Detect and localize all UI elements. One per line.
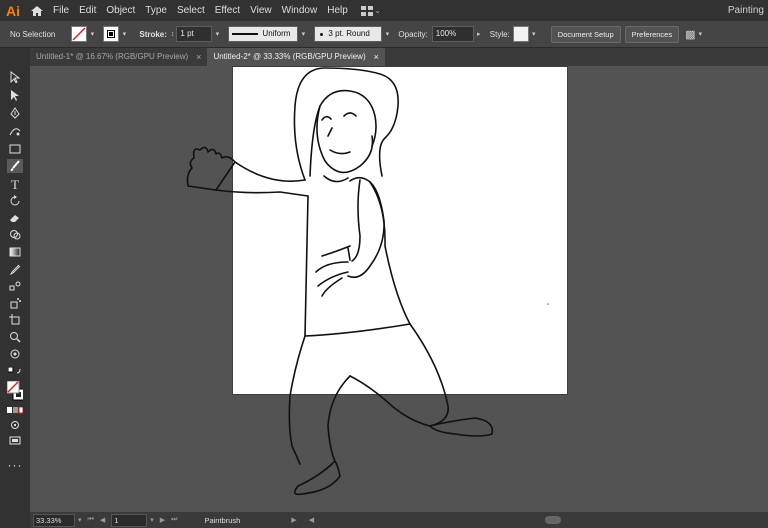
menu-bar: Ai File Edit Object Type Select Effect V… — [0, 0, 768, 21]
chevron-down-icon[interactable]: ▾ — [147, 516, 157, 524]
canvas-area[interactable] — [30, 66, 768, 512]
grid-icon — [360, 5, 373, 16]
menu-help[interactable]: Help — [322, 0, 353, 21]
screen-mode-icon[interactable] — [7, 434, 23, 448]
rotate-tool-icon[interactable] — [7, 194, 23, 208]
workspace-switcher[interactable]: Painting — [728, 0, 764, 21]
scroll-left-icon[interactable]: ◀ — [306, 516, 317, 524]
graphic-style-swatch[interactable] — [512, 26, 529, 42]
eraser-tool-icon[interactable] — [7, 211, 23, 225]
selection-tool-icon[interactable] — [7, 70, 23, 84]
chevron-down-icon[interactable]: ▾ — [699, 30, 703, 38]
zoom-tool-icon[interactable] — [7, 330, 23, 344]
tools-panel: T ··· — [0, 48, 30, 520]
tab-label: Untitled-1* @ 16.67% (RGB/GPU Preview) — [36, 52, 189, 61]
curvature-tool-icon[interactable] — [7, 124, 23, 138]
default-colors-icon[interactable] — [7, 366, 23, 376]
opacity-input[interactable]: 100% — [431, 26, 474, 42]
tab-untitled-2[interactable]: Untitled-2* @ 33.33% (RGB/GPU Preview) × — [207, 48, 385, 66]
chevron-right-icon[interactable]: ▶ — [288, 516, 299, 524]
artboard-number-input[interactable]: 1 — [111, 513, 148, 527]
menu-edit[interactable]: Edit — [74, 0, 101, 21]
none-slash-icon — [72, 27, 86, 41]
direct-selection-tool-icon[interactable] — [7, 88, 23, 102]
menu-type[interactable]: Type — [140, 0, 172, 21]
menu-object[interactable]: Object — [101, 0, 140, 21]
chevron-down-icon[interactable]: ▾ — [212, 30, 222, 38]
control-bar: No Selection ▾ ▾ Stroke: ↕ 1 pt ▾ Unifor… — [0, 21, 768, 48]
shape-builder-tool-icon[interactable] — [7, 228, 23, 242]
stroke-swatch[interactable] — [103, 26, 120, 42]
chevron-down-icon[interactable]: ▾ — [119, 30, 129, 38]
pen-tool-icon[interactable] — [7, 106, 23, 120]
document-setup-button[interactable]: Document Setup — [550, 25, 621, 43]
stroke-weight-input[interactable]: 1 pt — [176, 26, 213, 42]
menu-window[interactable]: Window — [277, 0, 323, 21]
status-bar: 33.33% ▾ ⏮ ◀ 1 ▾ ▶ ⏭ Paintbrush ▶ ◀ — [30, 512, 768, 528]
menu-select[interactable]: Select — [172, 0, 210, 21]
chevron-down-icon: ⌄ — [374, 7, 381, 15]
chevron-down-icon[interactable]: ▾ — [75, 516, 85, 524]
menu-file[interactable]: File — [48, 0, 74, 21]
previous-artboard-icon[interactable]: ◀ — [97, 516, 108, 524]
color-mode-icon[interactable] — [7, 406, 23, 414]
blend-tool-icon[interactable] — [7, 279, 23, 293]
rectangle-tool-icon[interactable] — [7, 142, 23, 156]
app-logo: Ai — [6, 2, 20, 19]
horizontal-scroll-thumb[interactable] — [545, 516, 561, 524]
current-tool-status: Paintbrush — [204, 515, 241, 525]
status-left-strip — [0, 512, 30, 528]
chevron-down-icon[interactable]: ▾ — [87, 30, 97, 38]
opacity-label: Opacity: — [398, 29, 428, 39]
close-icon[interactable]: × — [196, 48, 201, 66]
fill-swatch[interactable] — [71, 26, 88, 42]
tab-label: Untitled-2* @ 33.33% (RGB/GPU Preview) — [213, 52, 366, 61]
preferences-button[interactable]: Preferences — [624, 25, 680, 43]
symbol-sprayer-tool-icon[interactable] — [7, 296, 23, 310]
zoom-value: 33.33% — [36, 515, 62, 525]
draw-mode-icon[interactable] — [7, 418, 23, 432]
hand-tool-icon[interactable] — [7, 347, 23, 361]
stroke-profile-select[interactable]: Uniform — [228, 26, 299, 42]
first-artboard-icon[interactable]: ⏮ — [85, 516, 97, 524]
menu-view[interactable]: View — [245, 0, 277, 21]
chevron-down-icon[interactable]: ▾ — [298, 30, 308, 38]
close-icon[interactable]: × — [374, 48, 379, 66]
type-tool-icon[interactable]: T — [7, 177, 23, 192]
more-tools-icon[interactable]: ··· — [7, 458, 23, 472]
last-artboard-icon[interactable]: ⏭ — [168, 516, 180, 524]
chevron-down-icon[interactable]: ▾ — [529, 30, 539, 38]
selection-status: No Selection — [10, 29, 56, 39]
paintbrush-drawing[interactable] — [30, 66, 768, 512]
home-icon[interactable] — [26, 0, 48, 21]
artboard-tool-icon[interactable] — [7, 313, 23, 327]
chevron-right-icon[interactable]: ▸ — [474, 30, 484, 38]
style-label: Style: — [489, 29, 510, 39]
arrange-documents-button[interactable]: ⌄ — [360, 5, 381, 16]
arrange-icon[interactable]: ▩ — [685, 28, 695, 41]
menu-effect[interactable]: Effect — [210, 0, 245, 21]
artboard-number: 1 — [114, 515, 119, 525]
brush-definition-label: 3 pt. Round — [328, 29, 370, 38]
paintbrush-tool-icon[interactable] — [7, 159, 23, 173]
next-artboard-icon[interactable]: ▶ — [157, 516, 168, 524]
chevron-down-icon[interactable]: ▾ — [382, 30, 392, 38]
gradient-tool-icon[interactable] — [7, 245, 23, 259]
fill-stroke-swatches[interactable] — [7, 378, 23, 404]
stepper-icon[interactable]: ↕ — [171, 31, 175, 38]
stroke-label: Stroke: — [139, 29, 167, 39]
zoom-input[interactable]: 33.33% — [33, 513, 75, 527]
tab-untitled-1[interactable]: Untitled-1* @ 16.67% (RGB/GPU Preview) × — [30, 48, 207, 66]
document-tabs: Untitled-1* @ 16.67% (RGB/GPU Preview) ×… — [30, 48, 768, 66]
stroke-profile-label: Uniform — [262, 29, 291, 38]
eyedropper-tool-icon[interactable] — [7, 262, 23, 276]
brush-definition-select[interactable]: 3 pt. Round — [314, 26, 383, 42]
